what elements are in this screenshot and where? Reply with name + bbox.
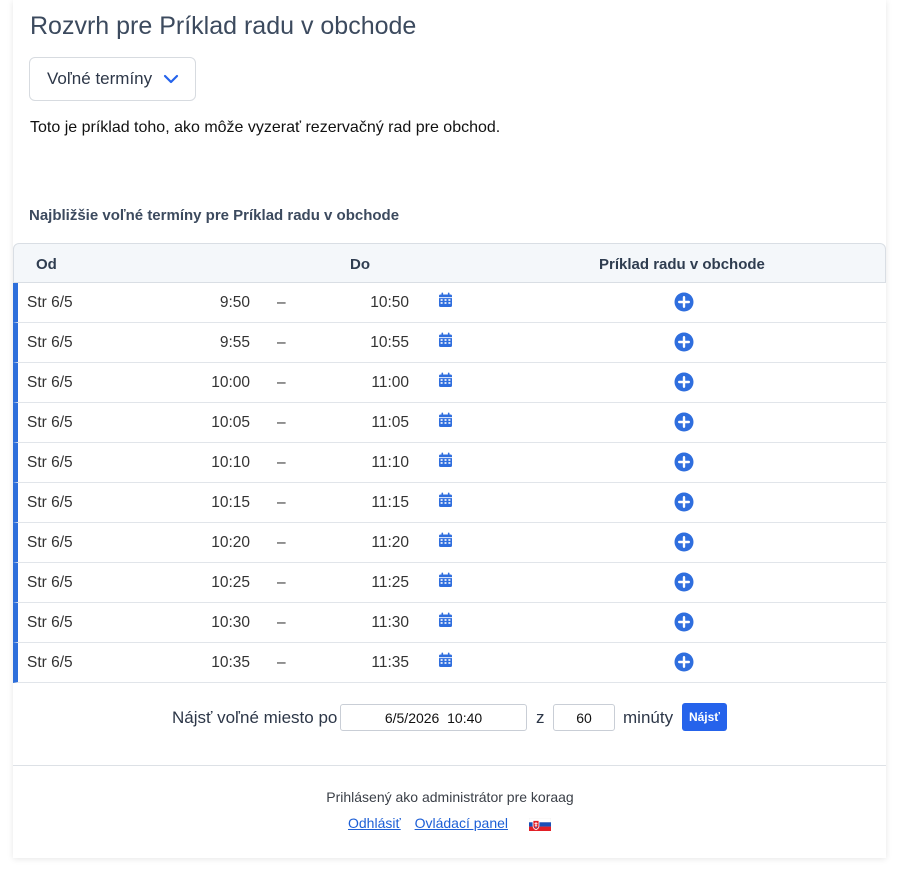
slot-from: 10:20 xyxy=(211,534,250,551)
control-panel-link[interactable]: Ovládací panel xyxy=(415,815,508,831)
plus-circle-icon[interactable] xyxy=(674,452,694,477)
calendar-icon[interactable] xyxy=(438,532,453,553)
table-row: Str 6/5 9:50 – 10:50 xyxy=(13,283,886,323)
slot-from: 10:30 xyxy=(211,614,250,631)
slot-from: 10:35 xyxy=(211,654,250,671)
datetime-input[interactable] xyxy=(340,704,527,731)
header-from: Od xyxy=(36,256,57,273)
finder-separator: z xyxy=(536,708,545,727)
finder-label: Nájsť voľné miesto po xyxy=(172,708,338,727)
slot-finder: Nájsť voľné miesto po z minúty Nájsť xyxy=(0,703,900,733)
calendar-icon[interactable] xyxy=(438,652,453,673)
slot-to: 11:15 xyxy=(371,494,409,511)
slot-to: 10:50 xyxy=(370,294,409,311)
slot-to: 11:00 xyxy=(371,374,409,391)
slot-dash: – xyxy=(277,454,286,471)
plus-circle-icon[interactable] xyxy=(674,652,694,677)
slot-day: Str 6/5 xyxy=(27,374,73,391)
slot-dash: – xyxy=(277,334,286,351)
slot-from: 10:15 xyxy=(211,494,250,511)
slot-day: Str 6/5 xyxy=(27,454,73,471)
slot-dash: – xyxy=(277,414,286,431)
slot-dash: – xyxy=(277,294,286,311)
slot-to: 11:05 xyxy=(371,414,409,431)
calendar-icon[interactable] xyxy=(438,492,453,513)
plus-circle-icon[interactable] xyxy=(674,412,694,437)
footer-divider xyxy=(13,765,886,766)
header-queue: Príklad radu v obchode xyxy=(599,256,765,273)
slot-dash: – xyxy=(277,374,286,391)
table-row: Str 6/5 10:15 – 11:15 xyxy=(13,483,886,523)
view-dropdown[interactable]: Voľné termíny xyxy=(29,57,196,101)
slots-table: Od Do Príklad radu v obchode Str 6/5 9:50… xyxy=(13,243,886,683)
calendar-icon[interactable] xyxy=(438,292,453,313)
slot-to: 10:55 xyxy=(370,334,409,351)
slot-to: 11:30 xyxy=(371,614,409,631)
slot-from: 9:50 xyxy=(219,294,250,311)
plus-circle-icon[interactable] xyxy=(674,292,694,317)
footer-links: Odhlásiť Ovládací panel xyxy=(348,815,508,831)
slot-dash: – xyxy=(277,494,286,511)
slot-to: 11:35 xyxy=(371,654,409,671)
slot-day: Str 6/5 xyxy=(27,534,73,551)
slot-day: Str 6/5 xyxy=(27,574,73,591)
slot-from: 10:00 xyxy=(211,374,250,391)
slot-from: 10:25 xyxy=(211,574,250,591)
calendar-icon[interactable] xyxy=(438,372,453,393)
page-title: Rozvrh pre Príklad radu v obchode xyxy=(30,12,417,40)
slovakia-flag-icon[interactable] xyxy=(529,818,551,831)
table-row: Str 6/5 10:05 – 11:05 xyxy=(13,403,886,443)
slot-to: 11:25 xyxy=(371,574,409,591)
plus-circle-icon[interactable] xyxy=(674,372,694,397)
find-button[interactable]: Nájsť xyxy=(682,703,727,731)
slot-from: 10:05 xyxy=(211,414,250,431)
slot-day: Str 6/5 xyxy=(27,414,73,431)
table-row: Str 6/5 10:25 – 11:25 xyxy=(13,563,886,603)
calendar-icon[interactable] xyxy=(438,452,453,473)
calendar-icon[interactable] xyxy=(438,572,453,593)
slot-dash: – xyxy=(277,614,286,631)
calendar-icon[interactable] xyxy=(438,412,453,433)
slot-to: 11:10 xyxy=(371,454,409,471)
slot-dash: – xyxy=(277,534,286,551)
intro-text: Toto je príklad toho, ako môže vyzerať r… xyxy=(30,119,501,136)
plus-circle-icon[interactable] xyxy=(674,532,694,557)
plus-circle-icon[interactable] xyxy=(674,572,694,597)
calendar-icon[interactable] xyxy=(438,332,453,353)
slot-from: 9:55 xyxy=(219,334,250,351)
plus-circle-icon[interactable] xyxy=(674,612,694,637)
table-row: Str 6/5 10:20 – 11:20 xyxy=(13,523,886,563)
logged-in-text: Prihlásený ako administrátor pre koraag xyxy=(326,789,574,805)
table-body: Str 6/5 9:50–10:50 Str 6/5 9:55–10:55 Str 6/… xyxy=(13,283,886,683)
plus-circle-icon[interactable] xyxy=(674,332,694,357)
slot-to: 11:20 xyxy=(371,534,409,551)
chevron-down-icon xyxy=(163,74,179,84)
view-dropdown-label: Voľné termíny xyxy=(47,69,153,88)
table-header: Od Do Príklad radu v obchode xyxy=(13,243,886,283)
table-row: Str 6/5 10:30 – 11:30 xyxy=(13,603,886,643)
slot-day: Str 6/5 xyxy=(27,614,73,631)
table-row: Str 6/5 10:00 – 11:00 xyxy=(13,363,886,403)
plus-circle-icon[interactable] xyxy=(674,492,694,517)
minutes-label: minúty xyxy=(623,708,674,727)
header-to: Do xyxy=(350,256,370,273)
table-row: Str 6/5 10:35 – 11:35 xyxy=(13,643,886,683)
slot-day: Str 6/5 xyxy=(27,654,73,671)
table-row: Str 6/5 9:55 – 10:55 xyxy=(13,323,886,363)
slot-dash: – xyxy=(277,574,286,591)
calendar-icon[interactable] xyxy=(438,612,453,633)
slot-dash: – xyxy=(277,654,286,671)
table-row: Str 6/5 10:10 – 11:10 xyxy=(13,443,886,483)
slot-day: Str 6/5 xyxy=(27,494,73,511)
logout-link[interactable]: Odhlásiť xyxy=(348,815,401,831)
slot-from: 10:10 xyxy=(211,454,250,471)
section-title: Najbližšie voľné termíny pre Príklad rad… xyxy=(29,207,400,224)
minutes-input[interactable] xyxy=(553,704,615,731)
slot-day: Str 6/5 xyxy=(27,294,73,311)
slot-day: Str 6/5 xyxy=(27,334,73,351)
